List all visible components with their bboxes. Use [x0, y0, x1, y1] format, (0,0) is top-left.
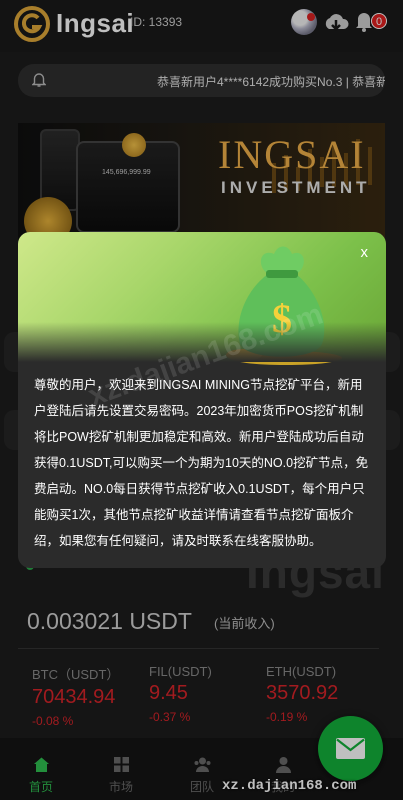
- welcome-modal: $ x 尊敬的用户，欢迎来到INGSAI MINING节点挖矿平台，新用户登陆后…: [18, 232, 386, 568]
- modal-close-button[interactable]: x: [361, 244, 369, 261]
- modal-message: 尊敬的用户，欢迎来到INGSAI MINING节点挖矿平台，新用户登陆后请先设置…: [34, 378, 369, 548]
